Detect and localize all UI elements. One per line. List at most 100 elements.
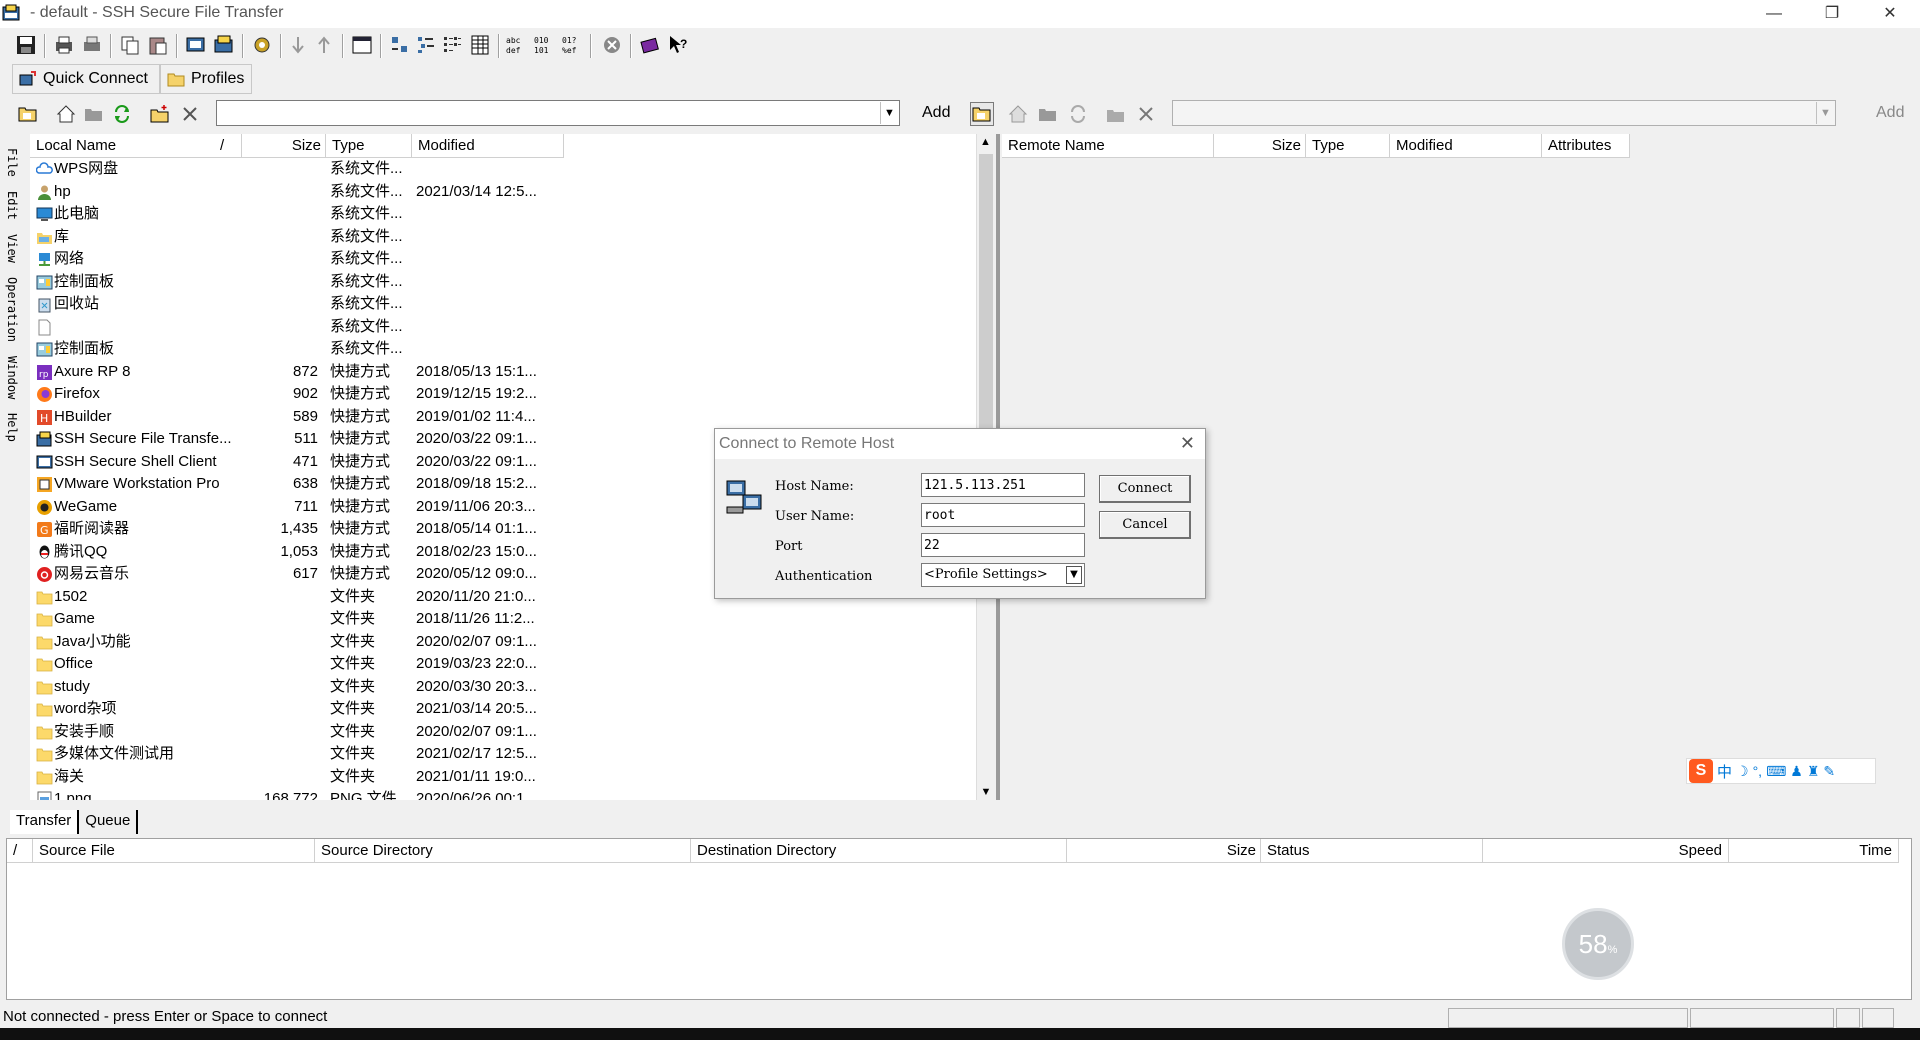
tools-icon[interactable]: ✎ xyxy=(1823,763,1835,780)
tab-transfer[interactable]: Transfer xyxy=(10,810,80,834)
list-icon[interactable] xyxy=(440,33,464,57)
cancel-button[interactable]: Cancel xyxy=(1099,511,1191,539)
port-input[interactable] xyxy=(921,533,1085,557)
menu-operation[interactable]: Operation xyxy=(5,277,19,342)
host-name-input[interactable] xyxy=(921,473,1085,497)
dialog-close-icon[interactable]: ✕ xyxy=(1180,433,1195,454)
large-icons-icon[interactable] xyxy=(388,33,412,57)
file-row[interactable]: 此电脑 系统文件... xyxy=(30,203,976,226)
tab-queue[interactable]: Queue xyxy=(79,810,139,834)
file-row[interactable]: Office 文件夹 2019/03/23 22:0... xyxy=(30,653,976,676)
paste-icon[interactable] xyxy=(146,33,170,57)
menu-edit[interactable]: Edit xyxy=(5,191,19,220)
refresh-icon[interactable] xyxy=(110,102,134,126)
remote-path-combobox[interactable]: ▼ xyxy=(1172,100,1836,126)
col-size[interactable]: Size xyxy=(242,134,326,158)
col-modified[interactable]: Modified xyxy=(412,134,564,158)
auto-mode-icon[interactable]: 01? %ef xyxy=(560,33,584,57)
col-source-file[interactable]: Source File xyxy=(33,839,315,863)
user-icon[interactable]: ♟ xyxy=(1790,763,1803,780)
file-row[interactable]: 多媒体文件测试用 文件夹 2021/02/17 12:5... xyxy=(30,743,976,766)
col-transfer-sort[interactable]: / xyxy=(7,839,33,863)
download-icon[interactable] xyxy=(286,33,310,57)
remote-browse-folder-icon[interactable] xyxy=(1036,102,1060,126)
toggle-view-icon[interactable] xyxy=(350,33,374,57)
binary-mode-icon[interactable]: 010 101 xyxy=(532,33,556,57)
small-icons-icon[interactable] xyxy=(414,33,438,57)
file-row[interactable]: study 文件夹 2020/03/30 20:3... xyxy=(30,676,976,699)
upload-icon[interactable] xyxy=(312,33,336,57)
restore-button[interactable]: ❐ xyxy=(1802,0,1862,28)
file-row[interactable]: Firefox 902 快捷方式 2019/12/15 19:2... xyxy=(30,383,976,406)
ascii-mode-icon[interactable]: abc def xyxy=(504,33,528,57)
file-row[interactable]: 回收站 系统文件... xyxy=(30,293,976,316)
up-folder-icon[interactable] xyxy=(16,102,40,126)
file-row[interactable]: 控制面板 系统文件... xyxy=(30,271,976,294)
local-add-button[interactable]: Add xyxy=(922,100,950,126)
close-window-button[interactable]: ✕ xyxy=(1860,0,1920,28)
col-status[interactable]: Status xyxy=(1261,839,1483,863)
browse-folder-icon[interactable] xyxy=(82,102,106,126)
menu-file[interactable]: File xyxy=(5,148,19,177)
save-icon[interactable] xyxy=(14,33,38,57)
col-speed[interactable]: Speed xyxy=(1483,839,1729,863)
sogou-logo-icon[interactable]: S xyxy=(1689,759,1713,783)
quick-connect-button[interactable]: Quick Connect xyxy=(12,64,160,94)
file-row[interactable]: rp Axure RP 8 872 快捷方式 2018/05/13 15:1... xyxy=(30,361,976,384)
menu-window[interactable]: Window xyxy=(5,356,19,399)
scroll-thumb[interactable] xyxy=(979,154,993,444)
print-icon[interactable] xyxy=(52,33,76,57)
ime-mode[interactable]: 中 xyxy=(1717,761,1732,782)
context-help-icon[interactable]: ? xyxy=(666,33,690,57)
user-name-input[interactable] xyxy=(921,503,1085,527)
col-remote-attributes[interactable]: Attributes xyxy=(1542,134,1630,158)
skin-icon[interactable]: ♜ xyxy=(1807,763,1820,780)
auth-dropdown-icon[interactable]: ▼ xyxy=(1066,566,1082,584)
authentication-select[interactable]: <Profile Settings> ▼ xyxy=(921,563,1085,587)
file-row[interactable]: 网络 系统文件... xyxy=(30,248,976,271)
menu-help[interactable]: Help xyxy=(5,413,19,442)
punctuation-icon[interactable]: °, xyxy=(1753,763,1763,779)
remote-add-button[interactable]: Add xyxy=(1876,100,1904,126)
col-time[interactable]: Time xyxy=(1729,839,1899,863)
new-terminal-icon[interactable] xyxy=(184,33,208,57)
details-icon[interactable] xyxy=(468,33,492,57)
file-row[interactable]: 库 系统文件... xyxy=(30,226,976,249)
new-folder-icon[interactable] xyxy=(148,102,172,126)
disconnect-icon[interactable] xyxy=(600,33,624,57)
transfer-list[interactable]: / Source File Source Directory Destinati… xyxy=(6,838,1912,1000)
file-row[interactable]: H HBuilder 589 快捷方式 2019/01/02 11:4... xyxy=(30,406,976,429)
remote-delete-icon[interactable] xyxy=(1134,102,1158,126)
col-remote-size[interactable]: Size xyxy=(1214,134,1306,158)
connect-button[interactable]: Connect xyxy=(1099,475,1191,503)
local-path-combobox[interactable]: ▼ xyxy=(216,100,900,126)
file-row[interactable]: 安装手顺 文件夹 2020/02/07 09:1... xyxy=(30,721,976,744)
progress-ball-widget[interactable]: 58% xyxy=(1562,908,1634,980)
delete-icon[interactable] xyxy=(178,102,202,126)
new-file-transfer-icon[interactable] xyxy=(212,33,236,57)
scroll-up-icon[interactable]: ▲ xyxy=(977,134,994,150)
profiles-button[interactable]: Profiles xyxy=(160,64,252,94)
print-preview-icon[interactable] xyxy=(80,33,104,57)
col-local-name[interactable]: Local Name / xyxy=(30,134,242,158)
copy-icon[interactable] xyxy=(118,33,142,57)
file-row[interactable]: Java小功能 文件夹 2020/02/07 09:1... xyxy=(30,631,976,654)
col-remote-type[interactable]: Type xyxy=(1306,134,1390,158)
menu-view[interactable]: View xyxy=(5,234,19,263)
file-row[interactable]: hp 系统文件... 2021/03/14 12:5... xyxy=(30,181,976,204)
col-type[interactable]: Type xyxy=(326,134,412,158)
file-row[interactable]: WPS网盘 系统文件... xyxy=(30,158,976,181)
remote-chevron-down-icon[interactable]: ▼ xyxy=(1816,102,1834,124)
col-source-directory[interactable]: Source Directory xyxy=(315,839,691,863)
help-topics-icon[interactable] xyxy=(638,33,662,57)
remote-up-folder-icon[interactable] xyxy=(970,102,994,126)
col-transfer-size[interactable]: Size xyxy=(1067,839,1261,863)
file-row[interactable]: 控制面板 系统文件... xyxy=(30,338,976,361)
minimize-button[interactable]: — xyxy=(1744,0,1804,28)
file-row[interactable]: Game 文件夹 2018/11/26 11:2... xyxy=(30,608,976,631)
file-row[interactable]: word杂项 文件夹 2021/03/14 20:5... xyxy=(30,698,976,721)
file-row[interactable]: 海关 文件夹 2021/01/11 19:0... xyxy=(30,766,976,789)
col-destination-directory[interactable]: Destination Directory xyxy=(691,839,1067,863)
home-icon[interactable] xyxy=(54,102,78,126)
remote-home-icon[interactable] xyxy=(1006,102,1030,126)
